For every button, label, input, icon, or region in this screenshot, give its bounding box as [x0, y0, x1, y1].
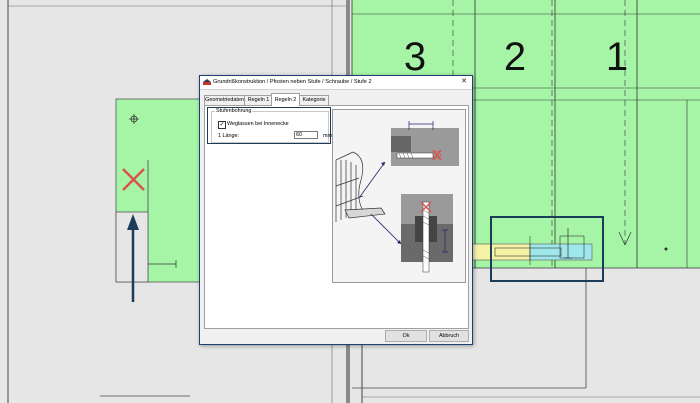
pointer-arrow	[370, 213, 402, 245]
tab-kategorie[interactable]: Kategorie	[299, 95, 329, 105]
step-number-3: 3	[404, 35, 426, 79]
ok-button[interactable]: Ok	[385, 330, 427, 342]
app-icon	[203, 79, 211, 85]
tab-geometriedaten[interactable]: Geometriedaten	[204, 95, 245, 105]
tab-regeln-2[interactable]: Regeln 2	[271, 93, 300, 106]
vertical-screw-detail	[401, 194, 453, 273]
step-number-2: 2	[504, 35, 526, 79]
step-number-1: 1	[606, 35, 628, 79]
stair-screw-illustration	[332, 109, 466, 283]
group-title: Stufenbohrung	[215, 108, 253, 114]
stringer-beam-yellow	[469, 243, 531, 261]
weglassen-checkbox[interactable]: ✓	[218, 121, 226, 129]
weglassen-checkbox-label[interactable]: Weglassen bei Innenecke	[227, 121, 289, 127]
length-input[interactable]	[294, 131, 318, 139]
close-icon[interactable]: ✕	[459, 77, 469, 87]
marker-dot	[664, 247, 668, 251]
cancel-button[interactable]: Abbruch	[429, 330, 469, 342]
tab-regeln-1[interactable]: Regeln 1	[244, 95, 273, 105]
horizontal-screw-detail	[391, 121, 459, 166]
tab-panel-regeln-2: Stufenbohrung ✓ Weglassen bei Innenecke …	[204, 105, 469, 329]
construction-dialog: Grundrißkonstruktion / Pfosten neben Stu…	[199, 75, 473, 345]
stufenbohrung-group: Stufenbohrung ✓ Weglassen bei Innenecke …	[211, 108, 332, 143]
length-label: 1 Länge:	[218, 133, 239, 139]
dialog-titlebar[interactable]: Grundrißkonstruktion / Pfosten neben Stu…	[200, 76, 472, 90]
dialog-title: Grundrißkonstruktion / Pfosten neben Stu…	[213, 79, 372, 85]
staircase-sketch	[335, 151, 386, 222]
length-unit: mm	[323, 133, 332, 139]
